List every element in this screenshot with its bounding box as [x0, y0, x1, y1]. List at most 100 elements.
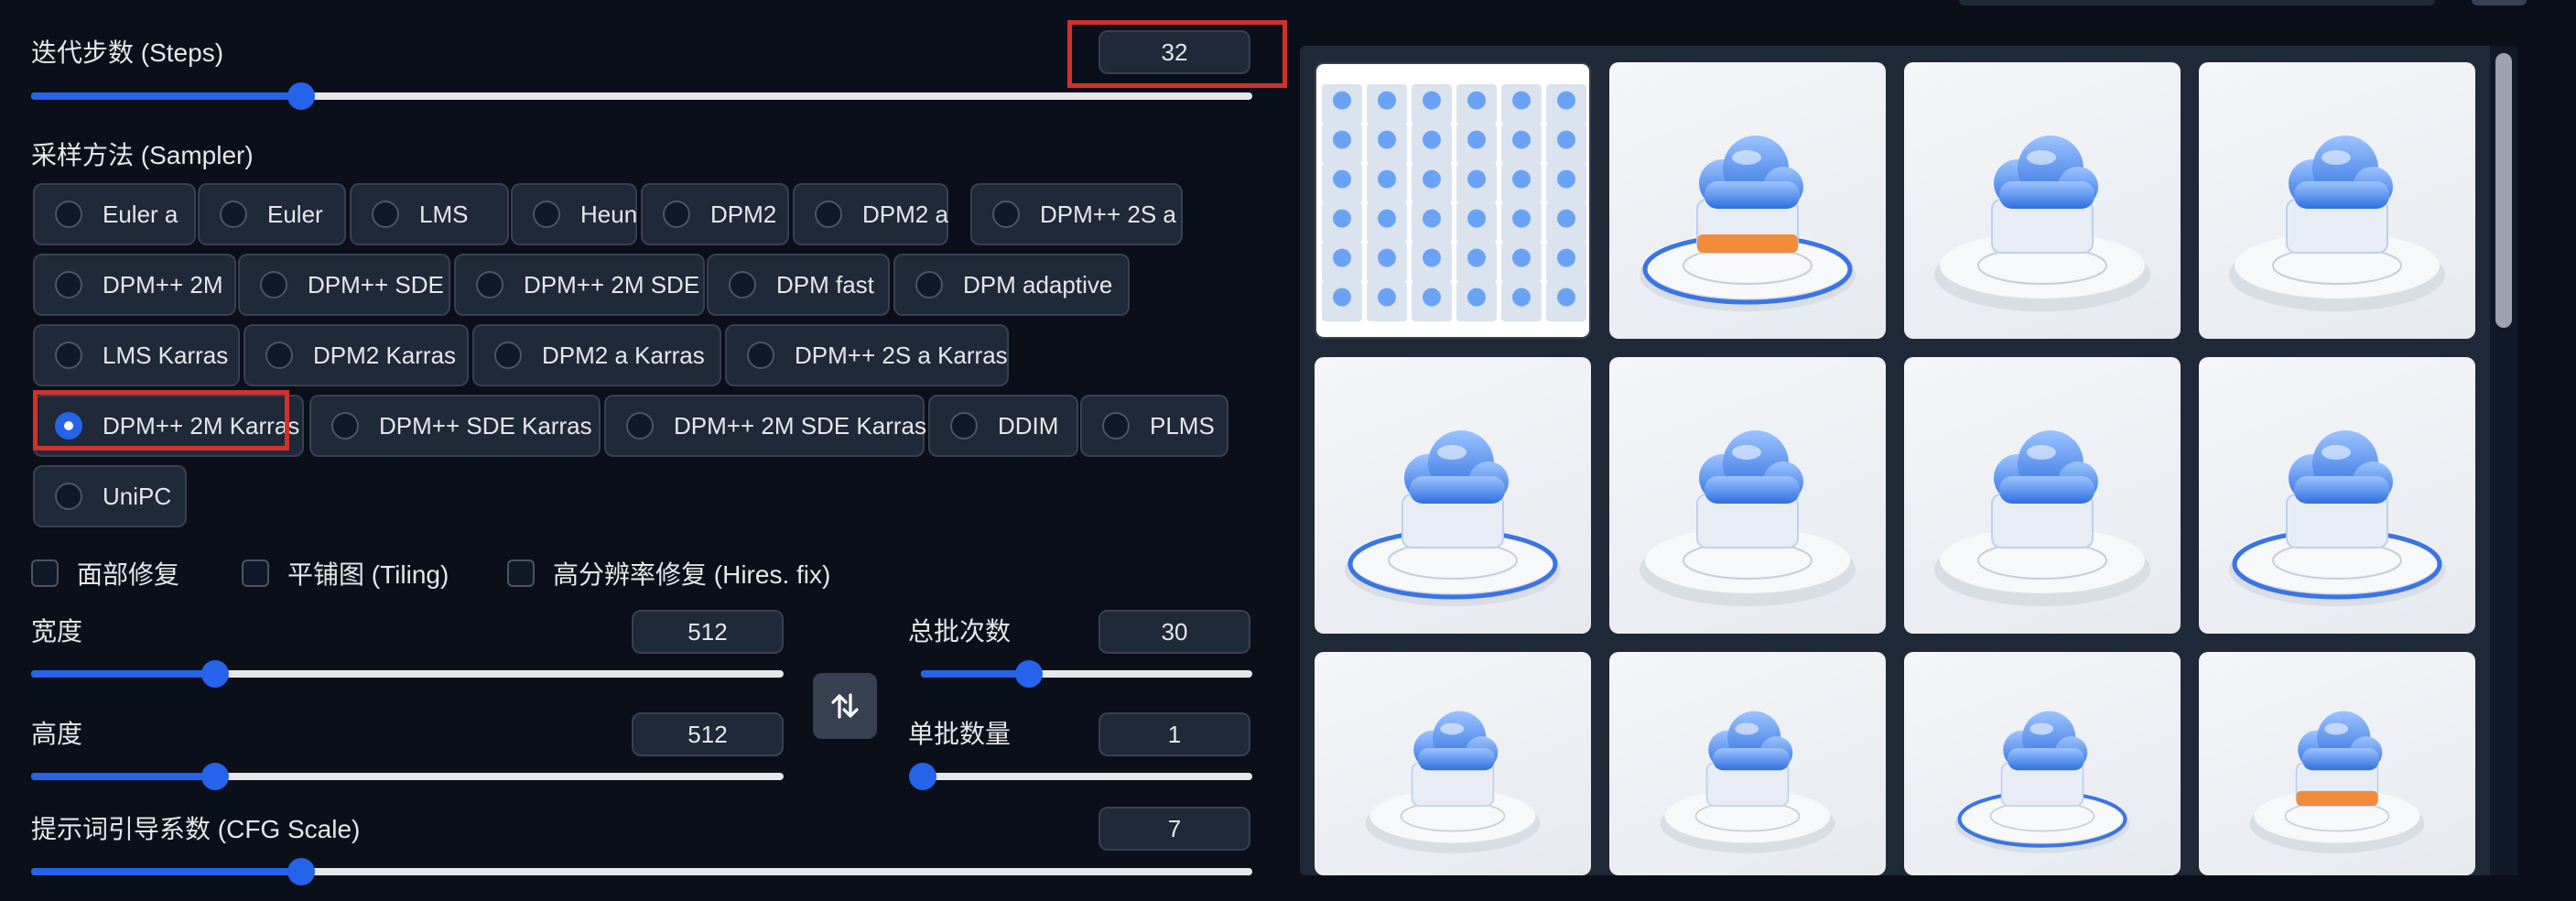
gallery-image-cloud-platform[interactable]	[1609, 357, 1886, 634]
sampler-option[interactable]: DPM++ SDE	[238, 254, 450, 316]
checkbox-box[interactable]	[242, 559, 269, 587]
grid-tile	[1546, 242, 1586, 282]
grid-tile	[1322, 242, 1362, 282]
slider-thumb[interactable]	[287, 82, 316, 110]
radio-button[interactable]	[55, 342, 82, 369]
hires-fix-checkbox[interactable]: 高分辨率修复 (Hires. fix)	[507, 558, 830, 589]
sampler-option[interactable]: DPM adaptive	[893, 254, 1130, 316]
gallery-image-cube-cloud[interactable]	[1904, 357, 2181, 634]
radio-button[interactable]	[1102, 412, 1130, 440]
sampler-option[interactable]: DPM++ 2M SDE Karras	[604, 395, 926, 457]
radio-button[interactable]	[494, 342, 522, 369]
cfg-scale-slider[interactable]	[31, 858, 1252, 885]
sampler-option[interactable]: DPM2 a	[793, 183, 948, 245]
radio-button[interactable]	[815, 201, 842, 228]
grid-tile	[1322, 84, 1362, 125]
sampler-option[interactable]: Euler	[198, 183, 346, 245]
sampler-option[interactable]: DPM++ 2M SDE	[454, 254, 705, 316]
radio-button[interactable]	[55, 412, 82, 440]
sampler-option-label: DPM++ SDE Karras	[379, 411, 592, 440]
gallery-image-pix-box[interactable]	[1315, 357, 1591, 634]
batch-size-input[interactable]: 1	[1099, 712, 1250, 756]
width-slider[interactable]	[31, 660, 784, 688]
sampler-option[interactable]: PLMS	[1080, 395, 1228, 457]
radio-button[interactable]	[220, 201, 247, 228]
grid-tile	[1322, 124, 1362, 164]
gallery-image-cloud-pedestal[interactable]	[1904, 652, 2181, 875]
top-right-button-edge[interactable]	[2472, 0, 2527, 5]
width-input[interactable]: 512	[632, 610, 784, 654]
sampler-option[interactable]: DPM2	[641, 183, 789, 245]
slider-thumb[interactable]	[201, 660, 230, 688]
steps-input[interactable]: 32	[1099, 30, 1250, 74]
sampler-option-label: DPM fast	[776, 270, 874, 299]
gallery-image-cloud-orange-accent[interactable]	[2199, 652, 2475, 875]
radio-button[interactable]	[260, 271, 287, 299]
sampler-option[interactable]: DPM++ 2M Karras	[33, 395, 304, 457]
radio-button[interactable]	[663, 201, 690, 228]
sampler-option[interactable]: DPM++ 2M	[33, 254, 236, 316]
height-slider[interactable]	[31, 763, 784, 790]
radio-button[interactable]	[729, 271, 756, 299]
sampler-option-label: DPM2 Karras	[313, 341, 457, 369]
radio-button[interactable]	[331, 412, 359, 440]
gallery-image-server-cloud[interactable]	[1904, 62, 2181, 339]
steps-slider[interactable]	[31, 82, 1252, 110]
sampler-option[interactable]: Euler a	[33, 183, 196, 245]
grid-tile	[1367, 281, 1407, 321]
sampler-option[interactable]: Heun	[511, 183, 637, 245]
grid-tile	[1412, 84, 1452, 125]
radio-button[interactable]	[55, 271, 82, 299]
height-input[interactable]: 512	[632, 712, 784, 756]
gallery-image-cloud-orange[interactable]	[1609, 62, 1886, 339]
radio-button[interactable]	[992, 201, 1020, 228]
radio-button[interactable]	[626, 412, 654, 440]
radio-button[interactable]	[372, 201, 399, 228]
batch-count-slider[interactable]	[921, 660, 1252, 688]
gallery-image-grid-preview[interactable]	[1315, 62, 1591, 339]
checkbox-box[interactable]	[31, 559, 59, 587]
sampler-option[interactable]: LMS	[350, 183, 509, 245]
sampler-option[interactable]: DPM++ 2S a	[970, 183, 1183, 245]
grid-tile	[1367, 163, 1407, 203]
swap-dimensions-button[interactable]	[813, 673, 877, 739]
gallery-image-server-stack[interactable]	[2199, 62, 2475, 339]
slider-thumb[interactable]	[201, 763, 230, 790]
tiling-checkbox[interactable]: 平铺图 (Tiling)	[242, 558, 449, 589]
radio-button[interactable]	[950, 412, 978, 440]
grid-tile	[1456, 84, 1497, 125]
grid-tile	[1412, 202, 1452, 243]
sampler-option[interactable]: LMS Karras	[33, 324, 240, 386]
cfg-scale-input[interactable]: 7	[1099, 807, 1250, 851]
radio-button[interactable]	[915, 271, 943, 299]
radio-button[interactable]	[55, 483, 82, 510]
radio-button[interactable]	[476, 271, 503, 299]
grid-tile	[1456, 124, 1497, 164]
radio-button[interactable]	[265, 342, 293, 369]
radio-button[interactable]	[55, 201, 82, 228]
sampler-option[interactable]: DPM2 a Karras	[472, 324, 721, 386]
radio-button[interactable]	[747, 342, 774, 369]
gallery-image-cloud-glass-warm[interactable]	[1315, 652, 1591, 875]
slider-thumb[interactable]	[287, 858, 316, 885]
sampler-option-label: DPM++ SDE	[308, 270, 444, 299]
sampler-option[interactable]: UniPC	[33, 465, 187, 527]
cloud-render-illustration	[1345, 430, 1561, 606]
face-restore-checkbox[interactable]: 面部修复	[31, 558, 179, 589]
batch-size-slider[interactable]	[909, 763, 1252, 790]
gallery-image-cloud-dome[interactable]	[1609, 652, 1886, 875]
slider-fill	[31, 773, 216, 780]
radio-button[interactable]	[533, 201, 560, 228]
sampler-option[interactable]: DDIM	[928, 395, 1078, 457]
gallery-scrollbar-thumb[interactable]	[2495, 53, 2512, 328]
sampler-option[interactable]: DPM2 Karras	[244, 324, 469, 386]
sampler-option[interactable]: DPM fast	[707, 254, 890, 316]
gallery-image-cloud-ring[interactable]	[2199, 357, 2475, 634]
sampler-option[interactable]: DPM++ 2S a Karras	[725, 324, 1009, 386]
slider-thumb[interactable]	[909, 763, 936, 790]
sampler-option[interactable]: DPM++ SDE Karras	[309, 395, 601, 457]
slider-thumb[interactable]	[1014, 660, 1043, 688]
checkbox-box[interactable]	[507, 559, 535, 587]
batch-count-label: 总批次数	[908, 617, 1012, 646]
batch-count-input[interactable]: 30	[1099, 610, 1250, 654]
